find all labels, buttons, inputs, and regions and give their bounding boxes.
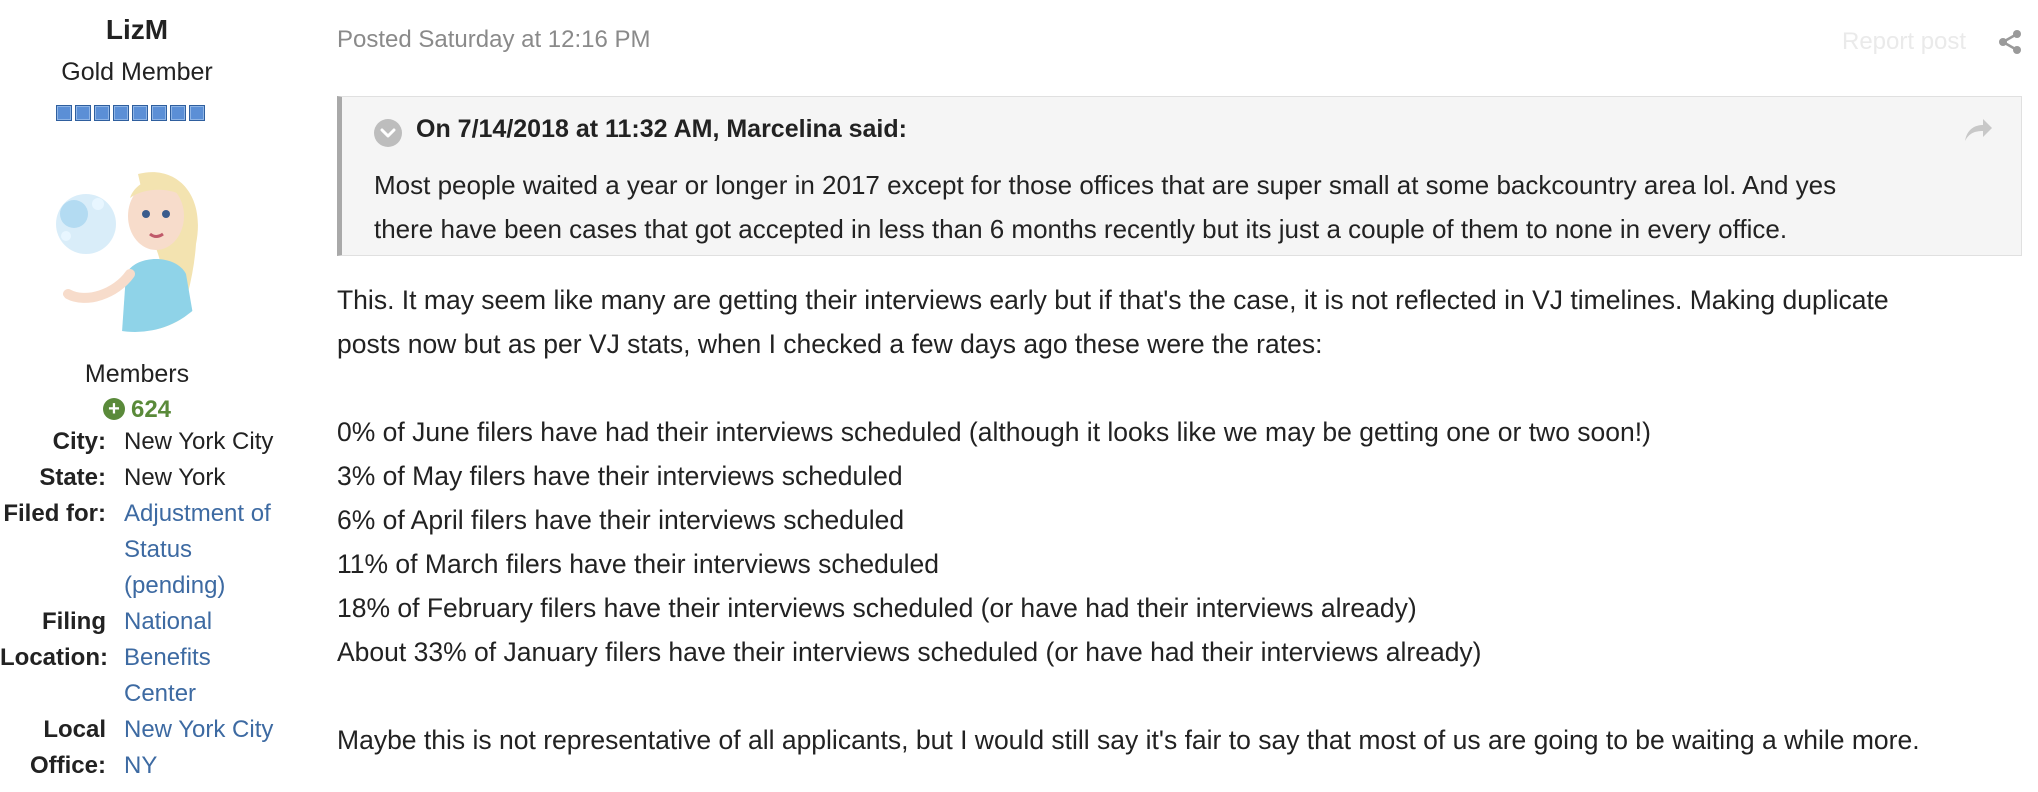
field-value: New York City [124, 428, 274, 455]
field-value-line: New York City [124, 716, 274, 743]
rank-pips [56, 105, 205, 121]
paragraph-line: posts now but as per VJ stats, when I ch… [337, 329, 1323, 359]
quote-line: Most people waited a year or longer in 2… [374, 170, 1837, 200]
quote-text: Most people waited a year or longer in 2… [374, 163, 1994, 251]
rank-pip [56, 105, 72, 121]
field-value-line: Status [124, 536, 193, 563]
rank-pip [113, 105, 129, 121]
rank-pip [132, 105, 148, 121]
collapse-toggle[interactable] [374, 119, 402, 147]
quote-line: there have been cases that got accepted … [374, 214, 1788, 244]
field-value-line: National [124, 608, 213, 635]
field-label-line: Office: [29, 752, 106, 779]
author-title: Gold Member [61, 58, 213, 86]
filing-location-link[interactable]: National Benefits Center [124, 604, 294, 712]
field-label-line: Filing [42, 608, 106, 635]
stat-line: 6% of April filers have their interviews… [337, 505, 905, 535]
stat-line: 11% of March filers have their interview… [337, 549, 939, 579]
rank-pip [151, 105, 167, 121]
go-to-quoted-post-icon[interactable] [1963, 117, 1993, 143]
share-icon[interactable] [1996, 28, 2024, 56]
rank-pip [189, 105, 205, 121]
member-group: Members [84, 360, 190, 388]
local-office-link[interactable]: New York City NY [124, 712, 294, 784]
report-post-link[interactable]: Report post [1842, 28, 1966, 56]
quote-block: On 7/14/2018 at 11:32 AM, Marcelina said… [337, 96, 2022, 256]
rank-pip [94, 105, 110, 121]
quote-citation: On 7/14/2018 at 11:32 AM, Marcelina said… [416, 115, 907, 143]
field-label: Filing Location: [0, 604, 108, 676]
field-label: City: [52, 428, 106, 455]
field-label: Local Office: [0, 712, 106, 784]
stat-line: 0% of June filers have had their intervi… [337, 417, 1651, 447]
paragraph-line: This. It may seem like many are getting … [337, 285, 1889, 315]
field-value-line: (pending) [124, 572, 226, 599]
rank-pip [170, 105, 186, 121]
chevron-down-icon [380, 128, 396, 138]
reputation-badge[interactable]: +624 [0, 396, 274, 424]
field-label-line: Location: [0, 644, 108, 671]
closing-line: Maybe this is not representative of all … [337, 725, 1920, 755]
field-label: State: [39, 464, 106, 491]
reputation-count: 624 [130, 396, 172, 423]
stat-line: 18% of February filers have their interv… [337, 593, 1417, 623]
post-timestamp[interactable]: Posted Saturday at 12:16 PM [337, 26, 651, 54]
field-value-line: NY [124, 752, 158, 779]
author-name[interactable]: LizM [0, 14, 274, 46]
stat-line: 3% of May filers have their interviews s… [337, 461, 903, 491]
field-value-line: Benefits [124, 644, 211, 671]
rank-pip [75, 105, 91, 121]
field-value-line: Adjustment of [124, 500, 271, 527]
avatar-illustration [46, 154, 224, 332]
field-label: Filed for: [3, 500, 106, 527]
plus-circle-icon: + [102, 398, 125, 420]
avatar[interactable] [46, 154, 224, 332]
stat-line: About 33% of January filers have their i… [337, 637, 1482, 667]
filed-for-link[interactable]: Adjustment of Status (pending) [124, 496, 294, 604]
field-label-line: Local [43, 716, 106, 743]
author-panel: LizM Gold Member Members + 624 City: New… [0, 0, 274, 792]
field-value: New York [124, 464, 226, 491]
field-value-line: Center [124, 680, 197, 707]
post-content: This. It may seem like many are getting … [337, 278, 2027, 762]
